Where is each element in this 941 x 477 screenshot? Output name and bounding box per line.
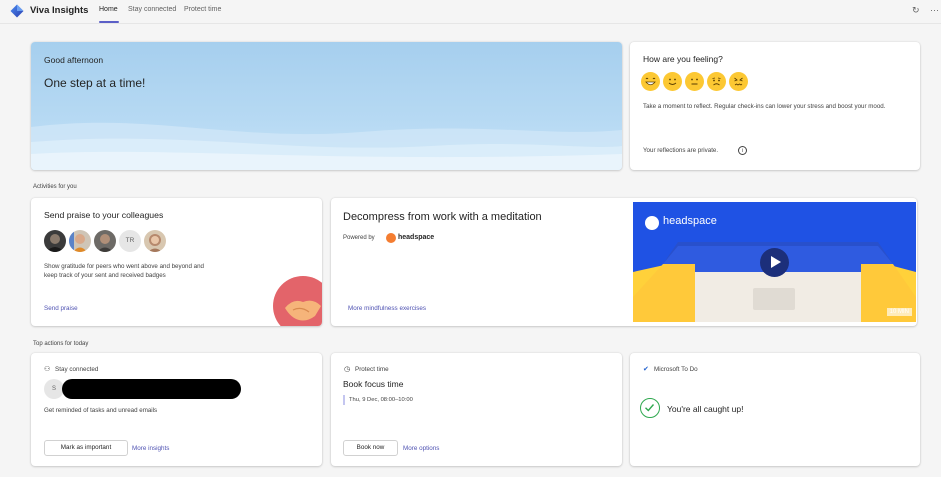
tab-protect-time[interactable]: Protect time — [184, 6, 221, 13]
stay-connected-description: Get reminded of tasks and unread emails — [44, 407, 158, 414]
hero-waves-decoration — [31, 122, 622, 170]
section-activities-label: Activities for you — [33, 184, 77, 190]
colleague-avatars: TR — [44, 230, 166, 252]
todo-check-icon: ✔ — [643, 366, 649, 373]
meditation-card: Decompress from work with a meditation P… — [331, 198, 917, 326]
protect-time-card: ◷ Protect time Book focus time Thu, 9 Dec… — [331, 353, 622, 466]
more-mindfulness-link[interactable]: More mindfulness exercises — [348, 305, 426, 312]
refresh-icon[interactable]: ↻ — [912, 5, 920, 16]
avatar[interactable] — [44, 230, 66, 252]
protect-time-header: ◷ Protect time — [344, 365, 389, 373]
mark-as-important-button[interactable]: Mark as important — [44, 440, 128, 456]
book-focus-title: Book focus time — [343, 379, 404, 389]
headspace-brand: headspace — [398, 234, 435, 241]
people-icon: ⚇ — [44, 366, 51, 373]
avatar[interactable]: TR — [119, 230, 141, 252]
play-icon[interactable] — [760, 248, 789, 277]
more-icon[interactable]: ··· — [930, 5, 939, 15]
headspace-logo-icon — [386, 233, 396, 243]
headspace-logo-icon — [645, 216, 659, 230]
info-icon[interactable]: i — [738, 146, 747, 155]
more-insights-link[interactable]: More insights — [132, 445, 169, 452]
time-slot-indicator — [343, 395, 345, 405]
feeling-check-in-card: How are you feeling? Take a moment to re… — [630, 42, 920, 170]
clock-icon: ◷ — [344, 366, 351, 373]
app-title: Viva Insights — [30, 5, 89, 16]
viva-insights-logo-icon — [10, 4, 24, 18]
avatar[interactable] — [69, 230, 91, 252]
angry-face-icon[interactable] — [729, 72, 748, 91]
stay-connected-header-label: Stay connected — [55, 366, 99, 373]
handshake-illustration-icon — [273, 276, 322, 326]
todo-header-label: Microsoft To Do — [654, 366, 698, 373]
focus-time-slot: Thu, 9 Dec, 08:00–10:00 — [349, 397, 413, 403]
more-options-link[interactable]: More options — [403, 445, 439, 452]
praise-title: Send praise to your colleagues — [44, 210, 164, 220]
praise-description: Show gratitude for peers who went above … — [44, 263, 204, 280]
avatar[interactable]: S — [44, 379, 64, 399]
microsoft-todo-card: ✔ Microsoft To Do You're all caught up! — [630, 353, 920, 466]
privacy-note: Your reflections are private. — [643, 147, 719, 154]
redacted-person-name — [62, 379, 241, 399]
hero-tagline: One step at a time! — [44, 76, 146, 90]
sad-face-icon[interactable] — [707, 72, 726, 91]
send-praise-card: Send praise to your colleagues TR Show g… — [31, 198, 322, 326]
avatar[interactable] — [144, 230, 166, 252]
section-top-actions-label: Top actions for today — [33, 341, 89, 347]
todo-header: ✔ Microsoft To Do — [643, 365, 698, 373]
checkmark-circle-icon — [640, 398, 660, 418]
send-praise-link[interactable]: Send praise — [44, 305, 78, 312]
feeling-title: How are you feeling? — [643, 54, 723, 64]
avatar[interactable] — [94, 230, 116, 252]
powered-by-label: Powered by — [343, 235, 375, 241]
laughing-face-icon[interactable] — [641, 72, 660, 91]
all-caught-up-message: You're all caught up! — [667, 404, 744, 414]
emoji-picker — [641, 72, 748, 91]
video-duration-badge: 10 MIN — [886, 308, 912, 316]
book-now-button[interactable]: Book now — [343, 440, 398, 456]
meditation-video[interactable]: headspace 10 MIN — [633, 202, 916, 322]
active-tab-indicator — [99, 21, 119, 23]
protect-time-header-label: Protect time — [355, 366, 389, 373]
stay-connected-card: ⚇ Stay connected S Get reminded of tasks … — [31, 353, 322, 466]
hero-banner: Good afternoon One step at a time! — [31, 42, 622, 170]
stay-connected-header: ⚇ Stay connected — [44, 365, 98, 373]
smiling-face-icon[interactable] — [663, 72, 682, 91]
tab-stay-connected[interactable]: Stay connected — [128, 6, 176, 13]
hero-greeting: Good afternoon — [44, 55, 104, 65]
neutral-face-icon[interactable] — [685, 72, 704, 91]
top-bar: Viva Insights Home Stay connected Protec… — [0, 0, 941, 24]
video-brand: headspace — [663, 215, 717, 227]
meditation-title: Decompress from work with a meditation — [343, 211, 542, 223]
tab-home[interactable]: Home — [99, 6, 118, 13]
feeling-description: Take a moment to reflect. Regular check-… — [643, 103, 886, 110]
